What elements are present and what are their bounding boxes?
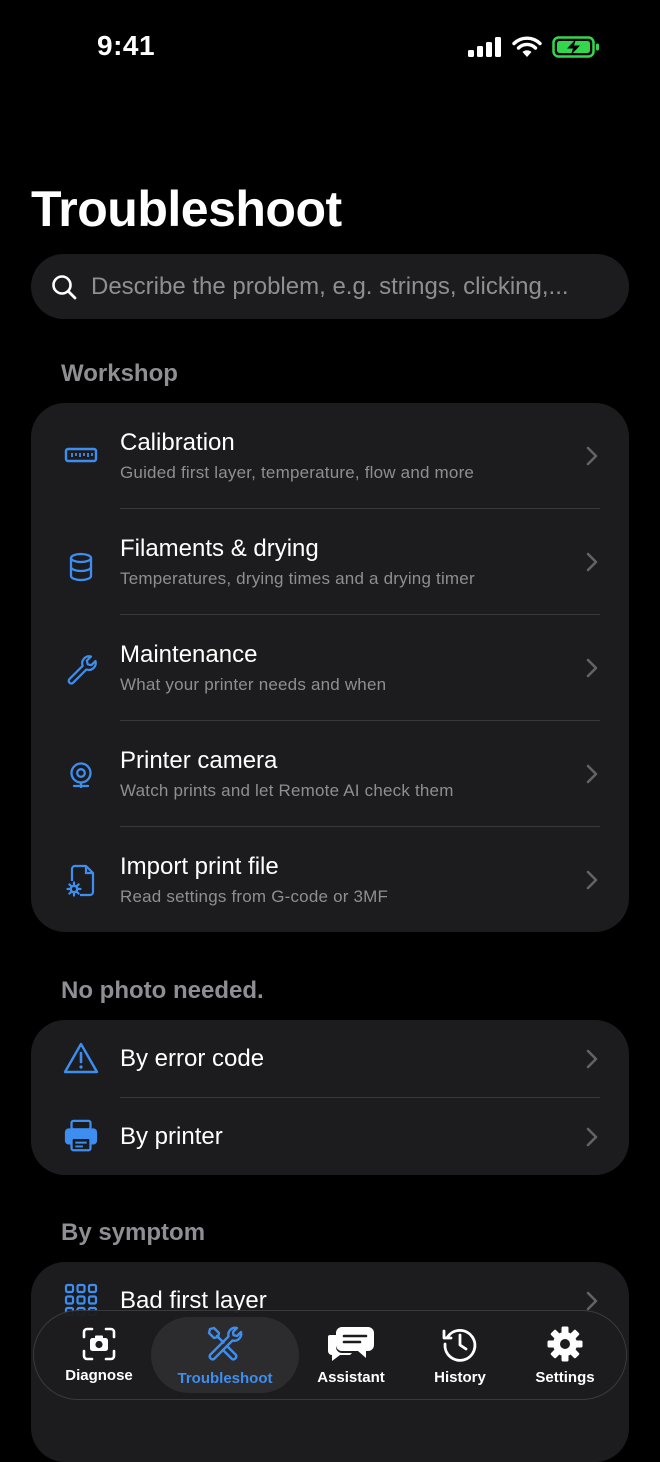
tab-assistant[interactable]: Assistant	[292, 1311, 410, 1399]
page-title: Troubleshoot	[31, 181, 342, 237]
workshop-item-title: Calibration	[120, 429, 235, 456]
chevron-right-icon	[586, 658, 598, 678]
printer-icon	[63, 1118, 99, 1154]
no-photo-item-title: By printer	[120, 1123, 223, 1150]
status-time: 9:41	[97, 30, 156, 61]
tab-label: Troubleshoot	[177, 1369, 273, 1387]
workshop-item-subtitle: Temperatures, drying times and a drying …	[120, 569, 475, 588]
chevron-right-icon	[586, 870, 598, 890]
history-icon	[442, 1328, 477, 1362]
workshop-item-title: Filaments & drying	[120, 535, 319, 562]
workshop-item-title: Import print file	[120, 853, 279, 880]
section-heading-no-photo: No photo needed.	[61, 977, 264, 1004]
search-bar[interactable]	[31, 254, 629, 319]
tab-history[interactable]: History	[401, 1311, 519, 1399]
workshop-item-calibration[interactable]: Calibration Guided first layer, temperat…	[31, 403, 629, 509]
workshop-item-printer-camera[interactable]: Printer camera Watch prints and let Remo…	[31, 721, 629, 827]
tab-settings[interactable]: Settings	[506, 1311, 624, 1399]
tab-label: Assistant	[317, 1368, 385, 1386]
chevron-right-icon	[586, 764, 598, 784]
workshop-item-subtitle: Guided first layer, temperature, flow an…	[120, 463, 475, 482]
search-icon	[52, 274, 77, 299]
tab-troubleshoot[interactable]: Troubleshoot	[151, 1317, 299, 1393]
workshop-card: Calibration Guided first layer, temperat…	[31, 403, 629, 932]
workshop-item-filaments[interactable]: Filaments & drying Temperatures, drying …	[31, 509, 629, 615]
workshop-item-subtitle: What your printer needs and when	[120, 675, 387, 694]
wifi-icon	[512, 36, 542, 57]
chat-icon	[328, 1326, 374, 1361]
no-photo-item-error-code[interactable]: By error code	[31, 1020, 629, 1098]
file-gear-icon	[63, 863, 99, 899]
chevron-right-icon	[586, 1127, 598, 1147]
tab-diagnose[interactable]: Diagnose	[40, 1311, 158, 1399]
no-photo-card: By error code By printer	[31, 1020, 629, 1175]
tab-label: Settings	[535, 1368, 595, 1386]
tab-bar: Diagnose Troubleshoot Assistant History …	[33, 1310, 627, 1400]
tools-icon	[207, 1326, 243, 1360]
no-photo-item-title: By error code	[120, 1045, 265, 1072]
workshop-item-title: Printer camera	[120, 747, 278, 774]
section-heading-workshop: Workshop	[61, 360, 178, 387]
gear-icon	[547, 1326, 583, 1361]
workshop-item-title: Maintenance	[120, 641, 258, 668]
battery-icon	[552, 36, 599, 58]
camera-frame-icon	[82, 1327, 116, 1360]
tab-label: History	[434, 1368, 486, 1386]
chevron-right-icon	[586, 552, 598, 572]
wrench-icon	[63, 651, 99, 687]
camera-icon	[63, 759, 99, 795]
ruler-icon	[63, 437, 99, 473]
workshop-item-subtitle: Read settings from G-code or 3MF	[120, 887, 389, 906]
chevron-right-icon	[586, 1049, 598, 1069]
status-bar: 9:41	[0, 0, 660, 100]
tab-label: Diagnose	[65, 1366, 133, 1384]
signal-icon	[468, 37, 501, 57]
warning-icon	[63, 1040, 99, 1076]
chevron-right-icon	[586, 446, 598, 466]
search-input[interactable]	[91, 272, 629, 301]
no-photo-item-printer[interactable]: By printer	[31, 1098, 629, 1175]
workshop-item-import-file[interactable]: Import print file Read settings from G-c…	[31, 827, 629, 932]
status-icons	[468, 36, 600, 58]
section-heading-by-symptom: By symptom	[61, 1219, 206, 1246]
spool-icon	[63, 549, 99, 585]
workshop-item-subtitle: Watch prints and let Remote AI check the…	[120, 781, 454, 800]
chevron-right-icon	[586, 1291, 598, 1311]
workshop-item-maintenance[interactable]: Maintenance What your printer needs and …	[31, 615, 629, 721]
